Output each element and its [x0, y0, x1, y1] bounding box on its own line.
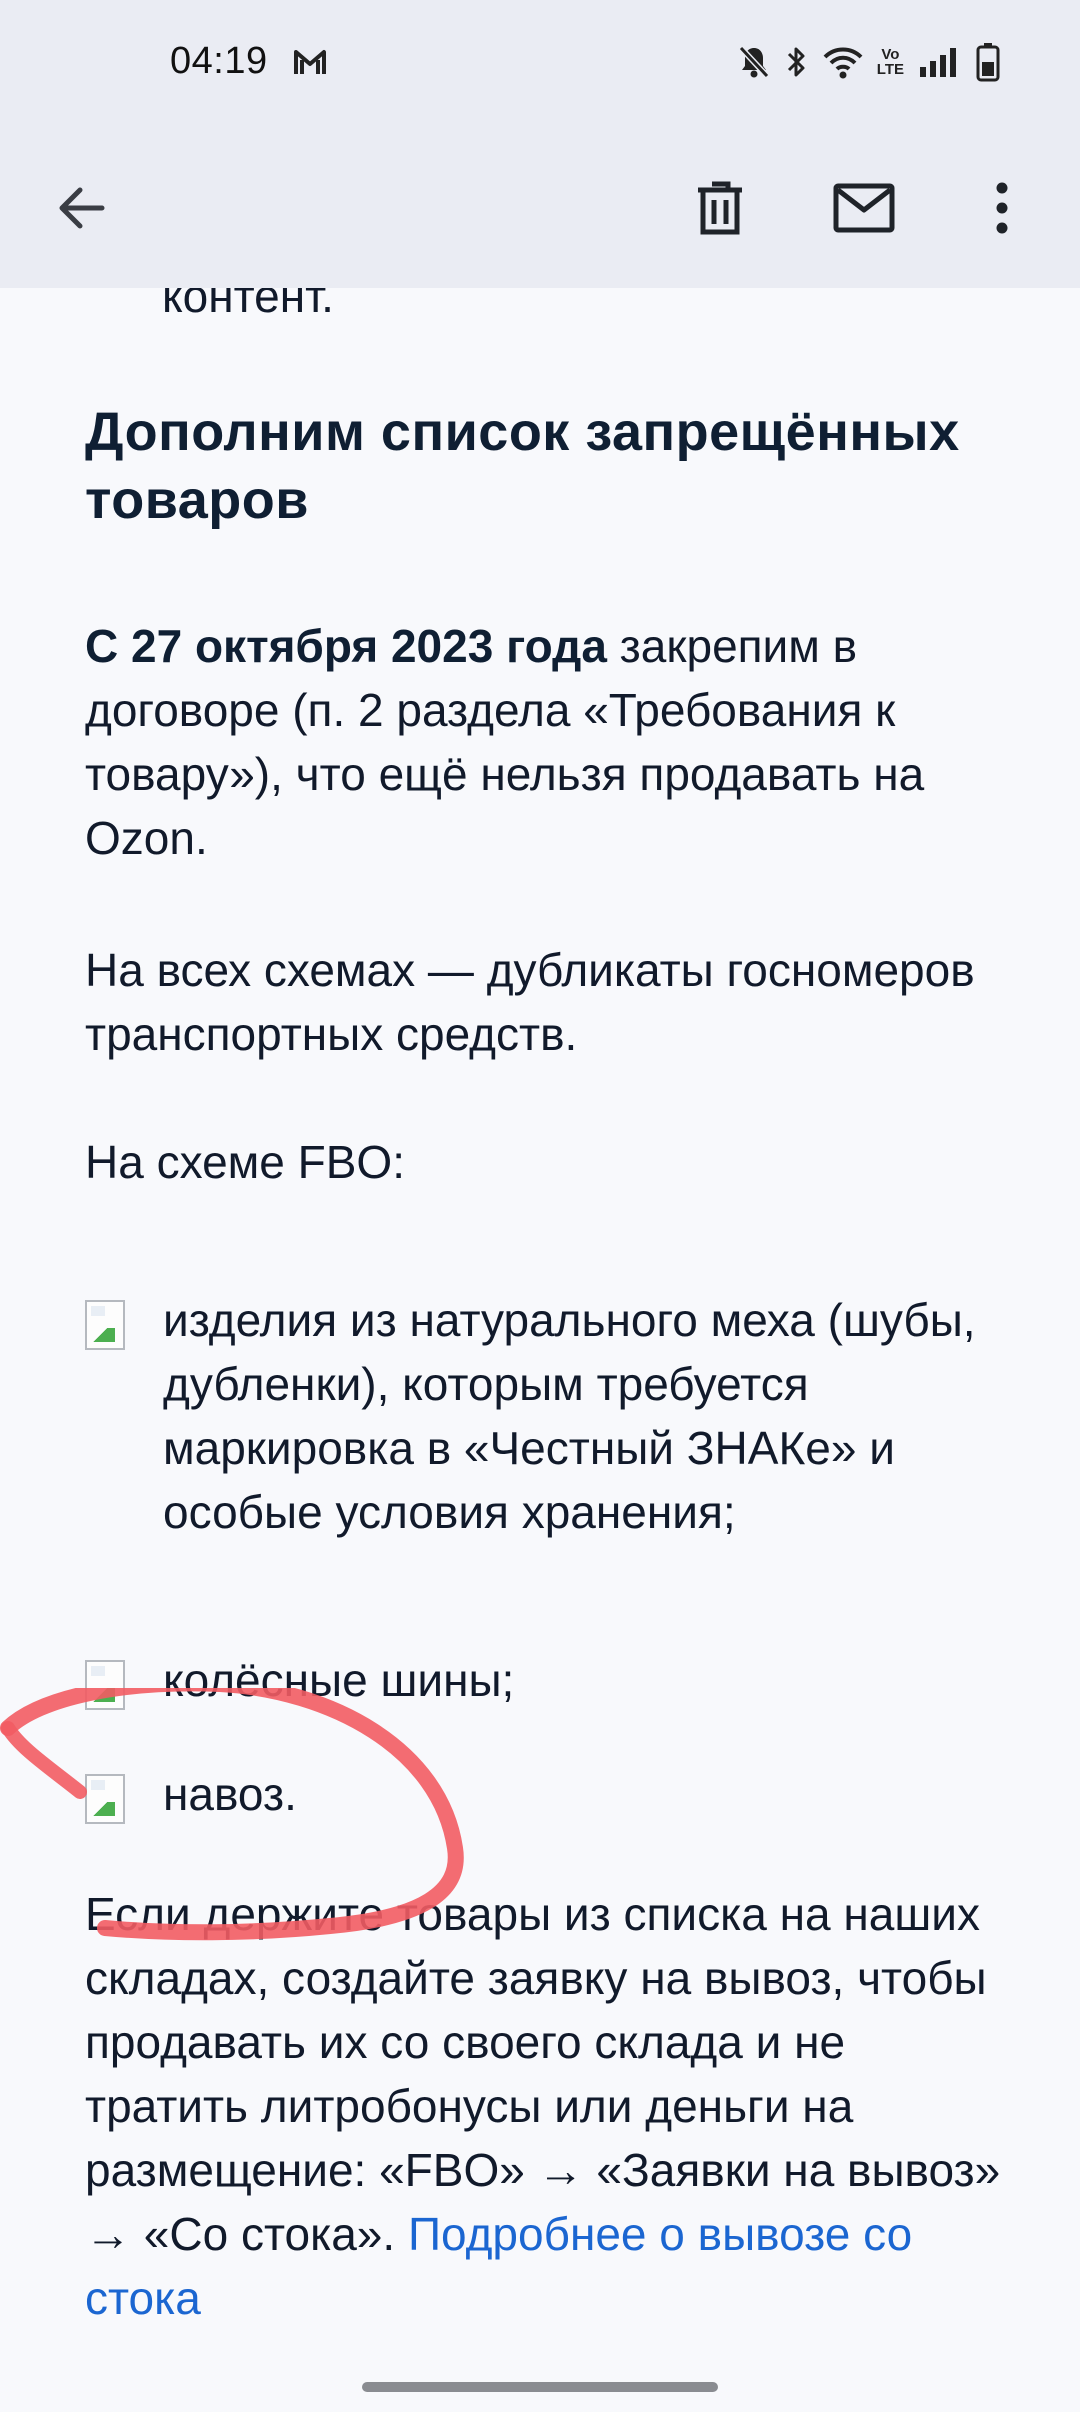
section-heading: Дополним список запрещённых товаров: [85, 402, 960, 530]
back-button[interactable]: [42, 168, 122, 248]
volte-label-top: Vo: [881, 46, 900, 63]
email-screen: 04:19 Vo LTE контент. Дополним список за…: [0, 0, 1080, 2412]
app-bar: [0, 128, 1080, 288]
list-item-text: изделия из натурального меха (шубы, дубл…: [163, 1294, 976, 1538]
wifi-icon: [823, 45, 863, 79]
signal-icon: [918, 45, 962, 79]
delete-button[interactable]: [680, 168, 760, 248]
list-item-text: навоз.: [163, 1768, 297, 1820]
status-bar: 04:19 Vo LTE: [0, 0, 1080, 128]
more-options-button[interactable]: [962, 168, 1042, 248]
email-body[interactable]: контент. Дополним список запрещённых тов…: [0, 288, 1080, 2348]
paragraph-date-notice: С 27 октября 2023 года закрепим в догово…: [85, 614, 1005, 870]
status-icons: Vo LTE: [737, 40, 1000, 84]
more-vertical-icon: [996, 182, 1008, 234]
partial-text-line: контент.: [162, 288, 334, 322]
volte-label-bottom: LTE: [876, 61, 904, 78]
date-highlight: С 27 октября 2023 года: [85, 620, 607, 672]
list-item-text: колёсные шины;: [163, 1654, 515, 1706]
broken-image-icon: [85, 1774, 125, 1824]
paragraph-fbo-scheme: На схеме FBO:: [85, 1136, 405, 1188]
status-time: 04:19: [170, 40, 268, 82]
volte-icon: Vo LTE: [877, 47, 904, 77]
bell-off-icon: [737, 44, 771, 80]
gmail-m-icon: [292, 44, 328, 80]
trash-icon: [698, 181, 742, 235]
broken-image-icon: [85, 1300, 125, 1350]
battery-icon: [976, 42, 1000, 82]
home-indicator[interactable]: [362, 2382, 718, 2392]
paragraph-all-schemes: На всех схемах — дубликаты госномеров тр…: [85, 944, 975, 1060]
arrow-back-icon: [59, 187, 105, 229]
paragraph-removal-request-text: Если держите товары из списка на наших с…: [85, 1888, 1001, 2260]
broken-image-icon: [85, 1660, 125, 1710]
paragraph-removal-request: Если держите товары из списка на наших с…: [85, 1882, 1005, 2330]
bluetooth-icon: [785, 44, 809, 80]
mark-unread-button[interactable]: [824, 168, 904, 248]
envelope-icon: [833, 183, 895, 233]
